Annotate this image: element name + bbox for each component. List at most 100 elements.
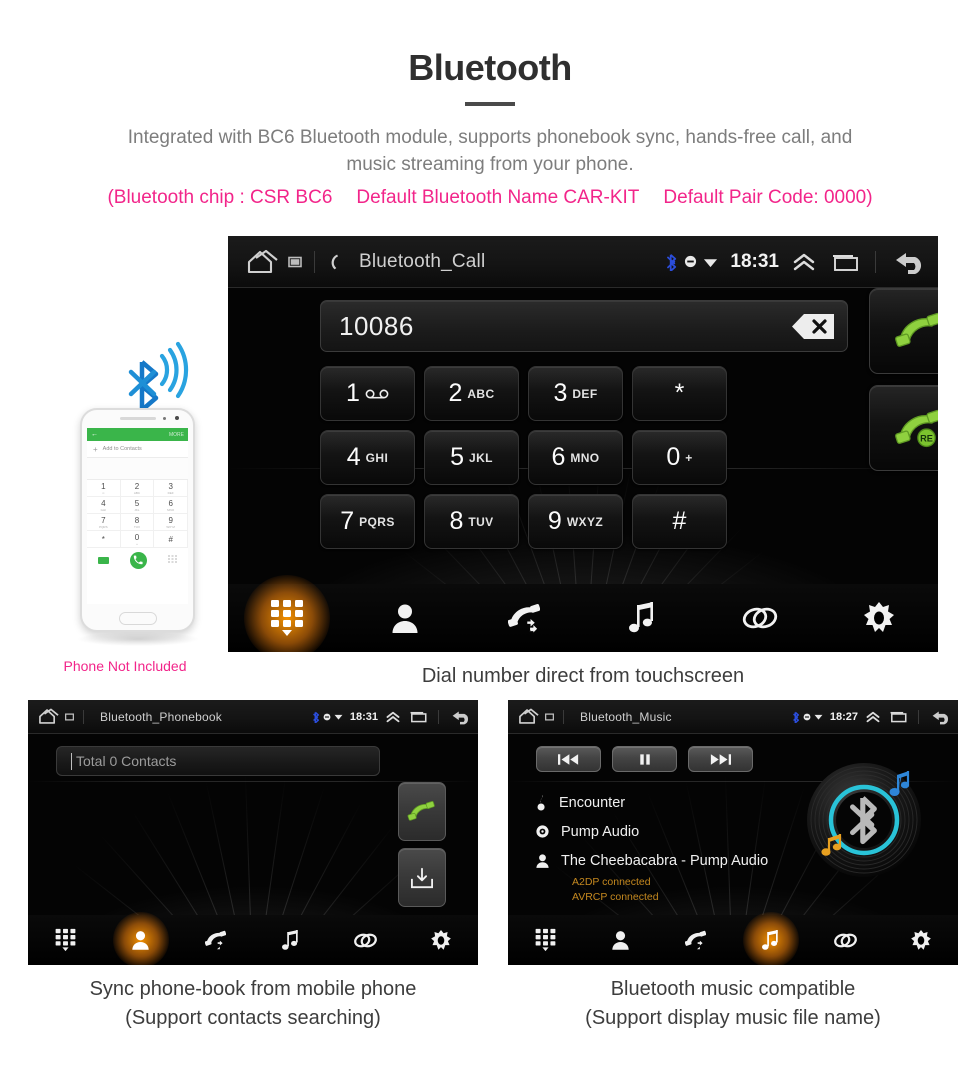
download-contacts-button[interactable] (398, 848, 446, 907)
note-icon (536, 794, 547, 811)
dialpad-row: 7 PQRS 8 TUV 9 WXYZ # (320, 494, 848, 549)
previous-button[interactable] (536, 746, 601, 772)
nav-contacts[interactable] (346, 584, 464, 652)
nav-link[interactable] (701, 584, 819, 652)
artist-name: The Cheebacabra - Pump Audio (561, 852, 769, 869)
call-log-icon (205, 930, 226, 950)
album-name: Pump Audio (561, 823, 640, 840)
key-6[interactable]: 6 MNO (528, 430, 623, 485)
key-hash[interactable]: # (632, 494, 727, 549)
key-4[interactable]: 4 GHI (320, 430, 415, 485)
bluetooth-icon (667, 253, 678, 271)
next-button[interactable] (688, 746, 753, 772)
a2dp-status: A2DP connected (572, 876, 651, 888)
chevron-up-icon[interactable] (385, 710, 401, 724)
spec-chip: (Bluetooth chip : CSR BC6 (107, 186, 333, 208)
status-divider-2 (875, 250, 876, 273)
keypad-icon (535, 928, 556, 952)
nav-call-log[interactable] (465, 584, 583, 652)
phone-add-contacts-label: Add to Contacts (102, 446, 142, 452)
dialpad-row: 4 GHI 5 JKL 6 MNO 0 + (320, 430, 848, 485)
wifi-icon (703, 256, 718, 268)
recents-icon[interactable] (888, 710, 907, 723)
nav-music[interactable] (733, 912, 808, 965)
dialed-number: 10086 (339, 310, 414, 341)
link-icon (353, 932, 378, 949)
music-caption: Bluetooth music compatible (Support disp… (508, 975, 958, 1033)
phone-screen: ← MORE + Add to Contacts 1 ∞ 2 ABC 3 DEF 4G… (87, 428, 188, 604)
chevron-up-icon[interactable] (865, 710, 881, 724)
nav-keypad[interactable] (508, 915, 583, 965)
phone-key: 9 WXYZ (154, 514, 188, 531)
key-0[interactable]: 0 + (632, 430, 727, 485)
dial-number-field[interactable]: 10086 (320, 300, 848, 352)
gear-icon (910, 929, 931, 951)
nav-call-log[interactable] (178, 915, 253, 965)
nav-settings[interactable] (820, 584, 938, 652)
nav-contacts[interactable] (583, 915, 658, 965)
home-icon[interactable] (518, 708, 540, 725)
home-icon[interactable] (38, 708, 60, 725)
phone-key: 1 ∞ (87, 480, 121, 497)
contacts-search-input[interactable]: Total 0 Contacts (56, 746, 380, 776)
key-star[interactable]: * (632, 366, 727, 421)
transport-controls (536, 746, 753, 772)
wifi-icon (334, 713, 343, 720)
phonebook-body: Total 0 Contacts (28, 734, 478, 965)
key-9[interactable]: 9 WXYZ (528, 494, 623, 549)
recents-icon[interactable] (408, 710, 427, 723)
key-1[interactable]: 1 (320, 366, 415, 421)
status-bar: Bluetooth_Music 18:27 (508, 700, 958, 734)
phonebook-screen: Bluetooth_Phonebook 18:31 Total 0 Contac… (28, 700, 478, 965)
music-note-icon (629, 602, 655, 634)
nav-music[interactable] (253, 915, 328, 965)
bluetooth-icon (792, 711, 800, 723)
nav-keypad[interactable] (228, 575, 346, 652)
backspace-icon[interactable] (791, 313, 835, 340)
nav-settings[interactable] (883, 915, 958, 965)
nav-link[interactable] (328, 915, 403, 965)
bluetooth-wireless-icon (118, 340, 198, 412)
back-icon[interactable] (450, 709, 470, 725)
phone-not-included-label: Phone Not Included (63, 658, 187, 674)
nav-link[interactable] (808, 915, 883, 965)
back-icon[interactable] (892, 249, 924, 275)
status-bar-right: 18:27 (792, 709, 958, 725)
skip-forward-icon (710, 753, 731, 766)
phone-key: * (87, 531, 121, 548)
back-icon[interactable] (930, 709, 950, 725)
nav-music[interactable] (583, 584, 701, 652)
music-body: Encounter Pump Audio The Cheebacabra - P… (508, 734, 958, 965)
call-button[interactable] (398, 782, 446, 841)
track-title-row: Encounter (536, 788, 796, 817)
bottom-nav (228, 575, 938, 652)
dialer-area: 10086 1 2 ABC 3 DEF * 4 GHI 5 JKL 6 MNO … (228, 288, 938, 584)
key-3[interactable]: 3 DEF (528, 366, 623, 421)
key-2[interactable]: 2 ABC (424, 366, 519, 421)
phone-keypad-toggle-icon (168, 555, 178, 565)
head-unit-call-screen: Bluetooth_Call 18:31 10086 1 2 ABC 3 DEF… (228, 236, 938, 652)
pause-button[interactable] (612, 746, 677, 772)
phone-shadow (78, 632, 198, 646)
key-7[interactable]: 7 PQRS (320, 494, 415, 549)
call-button[interactable] (869, 288, 938, 374)
title-divider (465, 101, 515, 106)
key-8[interactable]: 8 TUV (424, 494, 519, 549)
nav-contacts[interactable] (103, 912, 178, 965)
home-icon[interactable] (246, 249, 280, 275)
bluetooth-icon (312, 711, 320, 723)
recents-icon[interactable] (829, 252, 859, 272)
phone-key: 3 DEF (154, 480, 188, 497)
skip-back-icon (558, 753, 579, 766)
redial-button[interactable]: RE (869, 385, 938, 471)
keypad-icon (270, 599, 304, 637)
key-5[interactable]: 5 JKL (424, 430, 519, 485)
chevron-up-icon[interactable] (791, 251, 817, 273)
artist-icon (536, 853, 549, 868)
phone-key: 5 JKL (120, 497, 155, 514)
nav-call-log[interactable] (658, 915, 733, 965)
status-divider-2 (918, 709, 919, 724)
nav-keypad[interactable] (28, 915, 103, 965)
nav-settings[interactable] (403, 915, 478, 965)
sd-card-icon (288, 256, 302, 268)
